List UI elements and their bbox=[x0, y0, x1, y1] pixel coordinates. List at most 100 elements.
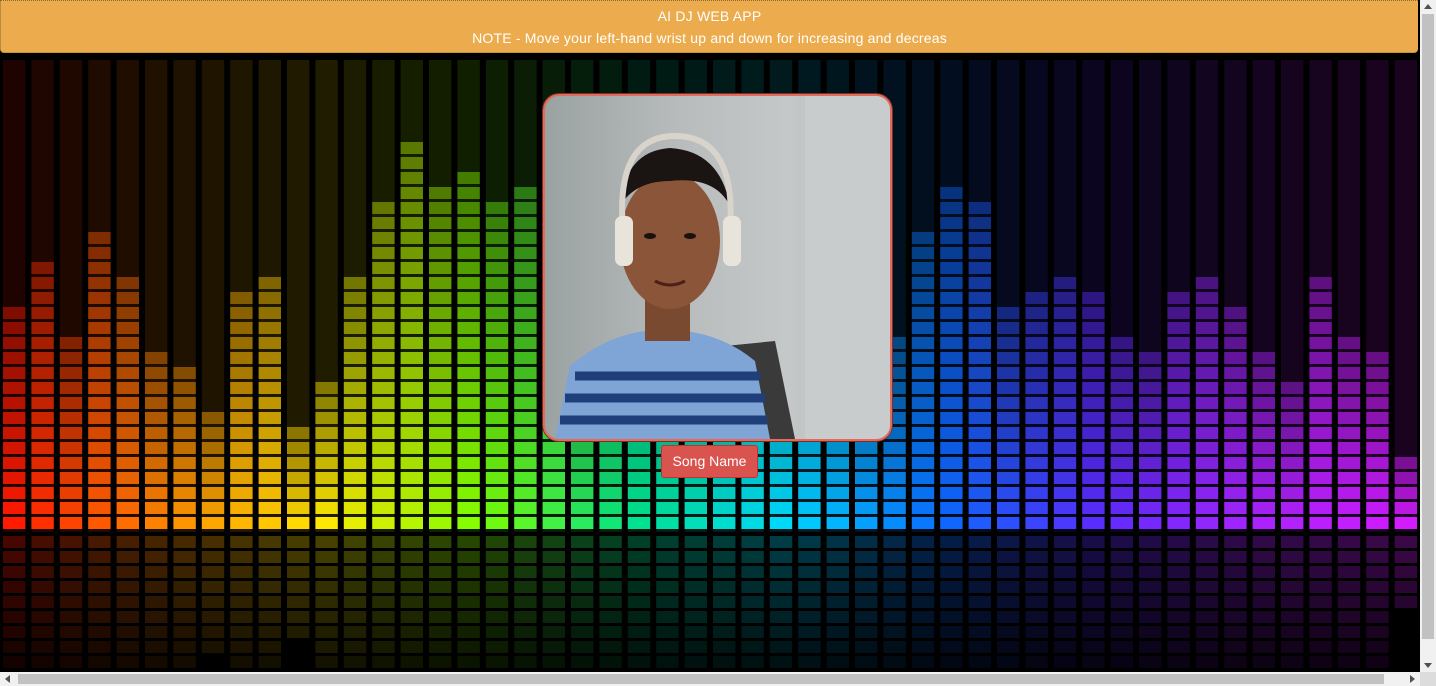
equalizer-segment bbox=[1110, 397, 1133, 409]
equalizer-segment bbox=[485, 382, 509, 394]
equalizer-segment bbox=[1252, 487, 1275, 499]
equalizer-segment bbox=[1224, 502, 1247, 514]
equalizer-segment bbox=[230, 502, 253, 514]
equalizer-reflection bbox=[684, 536, 707, 548]
equalizer-reflection bbox=[1082, 656, 1105, 668]
equalizer-reflection bbox=[1252, 626, 1275, 638]
equalizer-reflection bbox=[1309, 536, 1332, 548]
equalizer-segment bbox=[997, 397, 1020, 409]
equalizer-reflection bbox=[656, 551, 679, 563]
equalizer-segment bbox=[343, 292, 367, 304]
equalizer-reflection bbox=[883, 596, 906, 608]
equalizer-segment bbox=[883, 517, 906, 529]
equalizer-segment bbox=[258, 427, 281, 439]
equalizer-segment bbox=[514, 502, 537, 514]
equalizer-reflection bbox=[769, 596, 793, 608]
equalizer-reflection bbox=[485, 626, 509, 638]
equalizer-reflection bbox=[59, 581, 83, 593]
equalizer-reflection bbox=[883, 641, 906, 653]
equalizer-reflection bbox=[571, 551, 594, 563]
song-name-button[interactable]: Song Name bbox=[661, 445, 758, 478]
equalizer-segment bbox=[343, 472, 367, 484]
equalizer-reflection bbox=[230, 656, 253, 668]
equalizer-segment bbox=[485, 247, 509, 259]
horizontal-scroll-thumb[interactable] bbox=[18, 674, 1384, 684]
equalizer-reflection bbox=[656, 596, 679, 608]
equalizer-segment bbox=[485, 427, 509, 439]
equalizer-segment bbox=[1366, 382, 1389, 394]
scroll-down-icon[interactable] bbox=[1424, 663, 1432, 668]
equalizer-segment bbox=[457, 382, 480, 394]
scroll-up-icon[interactable] bbox=[1424, 4, 1432, 9]
equalizer-segment bbox=[940, 307, 963, 319]
equalizer-segment bbox=[457, 412, 480, 424]
equalizer-reflection bbox=[315, 641, 338, 653]
equalizer-reflection bbox=[59, 626, 83, 638]
equalizer-segment bbox=[1110, 457, 1133, 469]
equalizer-segment bbox=[1224, 442, 1247, 454]
equalizer-segment bbox=[1053, 352, 1077, 364]
equalizer-segment bbox=[372, 202, 395, 214]
equalizer-segment bbox=[372, 427, 395, 439]
equalizer-reflection bbox=[1224, 581, 1247, 593]
equalizer-segment bbox=[997, 427, 1020, 439]
equalizer-segment bbox=[258, 442, 281, 454]
equalizer-segment bbox=[1195, 502, 1219, 514]
equalizer-segment bbox=[258, 502, 281, 514]
equalizer-segment bbox=[31, 277, 54, 289]
equalizer-segment bbox=[1252, 352, 1275, 364]
equalizer-segment bbox=[1053, 277, 1077, 289]
equalizer-segment bbox=[31, 262, 54, 274]
equalizer-segment bbox=[997, 517, 1020, 529]
equalizer-reflection bbox=[145, 536, 168, 548]
equalizer-reflection bbox=[1167, 551, 1190, 563]
equalizer-segment bbox=[1110, 352, 1133, 364]
equalizer-segment bbox=[145, 427, 168, 439]
equalizer-reflection bbox=[1167, 596, 1190, 608]
horizontal-scrollbar[interactable] bbox=[0, 672, 1420, 686]
equalizer-reflection bbox=[855, 551, 878, 563]
equalizer-segment bbox=[1110, 487, 1133, 499]
equalizer-reflection bbox=[343, 611, 367, 623]
equalizer-reflection bbox=[1082, 581, 1105, 593]
equalizer-segment bbox=[599, 457, 622, 469]
equalizer-segment bbox=[911, 457, 935, 469]
equalizer-reflection bbox=[911, 596, 935, 608]
equalizer-segment bbox=[1082, 352, 1105, 364]
equalizer-segment bbox=[258, 277, 281, 289]
equalizer-segment bbox=[1082, 442, 1105, 454]
equalizer-reflection bbox=[656, 566, 679, 578]
equalizer-segment bbox=[997, 337, 1020, 349]
equalizer-reflection bbox=[88, 611, 111, 623]
equalizer-segment bbox=[59, 337, 83, 349]
equalizer-reflection bbox=[911, 551, 935, 563]
equalizer-segment bbox=[3, 457, 26, 469]
app-header: AI DJ WEB APP NOTE - Move your left-hand… bbox=[0, 0, 1418, 53]
equalizer-reflection bbox=[116, 536, 139, 548]
equalizer-segment bbox=[258, 322, 281, 334]
vertical-scroll-thumb[interactable] bbox=[1422, 14, 1434, 639]
equalizer-segment bbox=[826, 517, 849, 529]
equalizer-reflection bbox=[145, 611, 168, 623]
scroll-right-icon[interactable] bbox=[1410, 675, 1415, 683]
equalizer-reflection bbox=[1366, 611, 1389, 623]
equalizer-segment bbox=[1025, 517, 1048, 529]
equalizer-segment bbox=[1366, 397, 1389, 409]
equalizer-segment bbox=[514, 412, 537, 424]
scroll-left-icon[interactable] bbox=[5, 675, 10, 683]
equalizer-segment bbox=[1195, 442, 1219, 454]
equalizer-segment bbox=[343, 442, 367, 454]
equalizer-segment bbox=[1394, 472, 1417, 484]
equalizer-segment bbox=[429, 517, 452, 529]
equalizer-segment bbox=[230, 322, 253, 334]
equalizer-reflection bbox=[798, 641, 821, 653]
equalizer-reflection bbox=[1281, 536, 1304, 548]
equalizer-segment bbox=[31, 292, 54, 304]
vertical-scrollbar[interactable] bbox=[1420, 0, 1436, 672]
equalizer-segment bbox=[116, 427, 139, 439]
equalizer-segment bbox=[258, 382, 281, 394]
equalizer-segment bbox=[372, 472, 395, 484]
equalizer-segment bbox=[88, 322, 111, 334]
equalizer-reflection bbox=[485, 596, 509, 608]
equalizer-segment bbox=[1167, 352, 1190, 364]
